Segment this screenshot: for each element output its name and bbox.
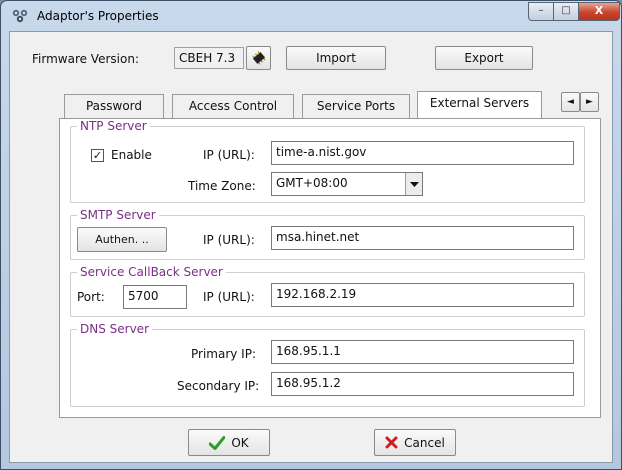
firmware-label: Firmware Version:	[32, 52, 139, 66]
tab-scroll-left-button[interactable]: ◄	[561, 92, 580, 112]
smtp-server-legend: SMTP Server	[77, 208, 159, 222]
dns-secondary-input[interactable]: 168.95.1.2	[271, 372, 574, 396]
ok-label: OK	[231, 435, 249, 450]
dns-server-group: DNS Server Primary IP: 168.95.1.1 Second…	[70, 322, 585, 407]
service-callback-legend: Service CallBack Server	[77, 265, 226, 279]
title-bar[interactable]: Adaptor's Properties – □ X	[1, 1, 621, 31]
cancel-button[interactable]: Cancel	[374, 429, 456, 456]
ntp-server-legend: NTP Server	[77, 119, 150, 133]
ntp-enable-checkbox[interactable]: ✓	[91, 149, 104, 162]
callback-port-label: Port:	[77, 290, 105, 304]
smtp-ip-input[interactable]: msa.hinet.net	[271, 226, 574, 250]
ntp-time-zone-label: Time Zone:	[188, 179, 256, 193]
callback-ip-label: IP (URL):	[203, 290, 255, 304]
tab-service-ports[interactable]: Service Ports	[302, 94, 410, 118]
external-servers-panel: NTP Server ✓ Enable IP (URL): time-a.nis…	[59, 118, 601, 418]
import-button[interactable]: Import	[286, 46, 386, 70]
app-icon	[12, 9, 28, 23]
tab-access-control[interactable]: Access Control	[172, 94, 294, 118]
dns-server-legend: DNS Server	[77, 322, 152, 336]
firmware-update-button[interactable]	[246, 46, 271, 70]
check-icon	[209, 435, 226, 450]
export-button[interactable]: Export	[435, 46, 533, 70]
ntp-server-group: NTP Server ✓ Enable IP (URL): time-a.nis…	[70, 119, 585, 203]
arrow-right-icon: ►	[586, 97, 593, 107]
tab-password[interactable]: Password	[64, 94, 164, 118]
tab-external-servers[interactable]: External Servers	[417, 91, 542, 118]
cancel-label: Cancel	[404, 435, 445, 450]
properties-window: Adaptor's Properties – □ X Firmware Vers…	[0, 0, 622, 470]
dns-primary-label: Primary IP:	[191, 347, 257, 361]
ntp-ip-input[interactable]: time-a.nist.gov	[271, 141, 574, 165]
smtp-authen-button[interactable]: Authen. ..	[77, 227, 167, 252]
ntp-ip-label: IP (URL):	[203, 148, 255, 162]
minimize-button[interactable]: –	[528, 2, 554, 21]
smtp-ip-label: IP (URL):	[203, 233, 255, 247]
callback-ip-input[interactable]: 192.168.2.19	[271, 283, 574, 307]
dns-secondary-label: Secondary IP:	[177, 379, 260, 393]
ok-button[interactable]: OK	[188, 429, 270, 456]
callback-port-input[interactable]: 5700	[123, 285, 187, 309]
smtp-server-group: SMTP Server Authen. .. IP (URL): msa.hin…	[70, 208, 585, 260]
x-icon	[385, 436, 398, 449]
chip-icon	[251, 51, 266, 65]
ntp-enable-label: Enable	[111, 148, 152, 162]
service-callback-group: Service CallBack Server Port: 5700 IP (U…	[70, 265, 585, 317]
close-button[interactable]: X	[578, 2, 620, 21]
chevron-down-icon[interactable]	[405, 173, 422, 195]
dialog-client: Firmware Version: CBEH 7.3 Import Export…	[9, 31, 613, 463]
window-title: Adaptor's Properties	[37, 9, 159, 23]
check-mark-icon: ✓	[92, 149, 103, 162]
tab-scroll-right-button[interactable]: ►	[580, 92, 599, 112]
time-zone-select[interactable]: GMT+08:00	[271, 172, 423, 196]
dns-primary-input[interactable]: 168.95.1.1	[271, 340, 574, 364]
time-zone-value: GMT+08:00	[276, 176, 348, 190]
arrow-left-icon: ◄	[567, 97, 574, 107]
maximize-button[interactable]: □	[553, 2, 579, 21]
firmware-version-field: CBEH 7.3	[174, 47, 244, 69]
